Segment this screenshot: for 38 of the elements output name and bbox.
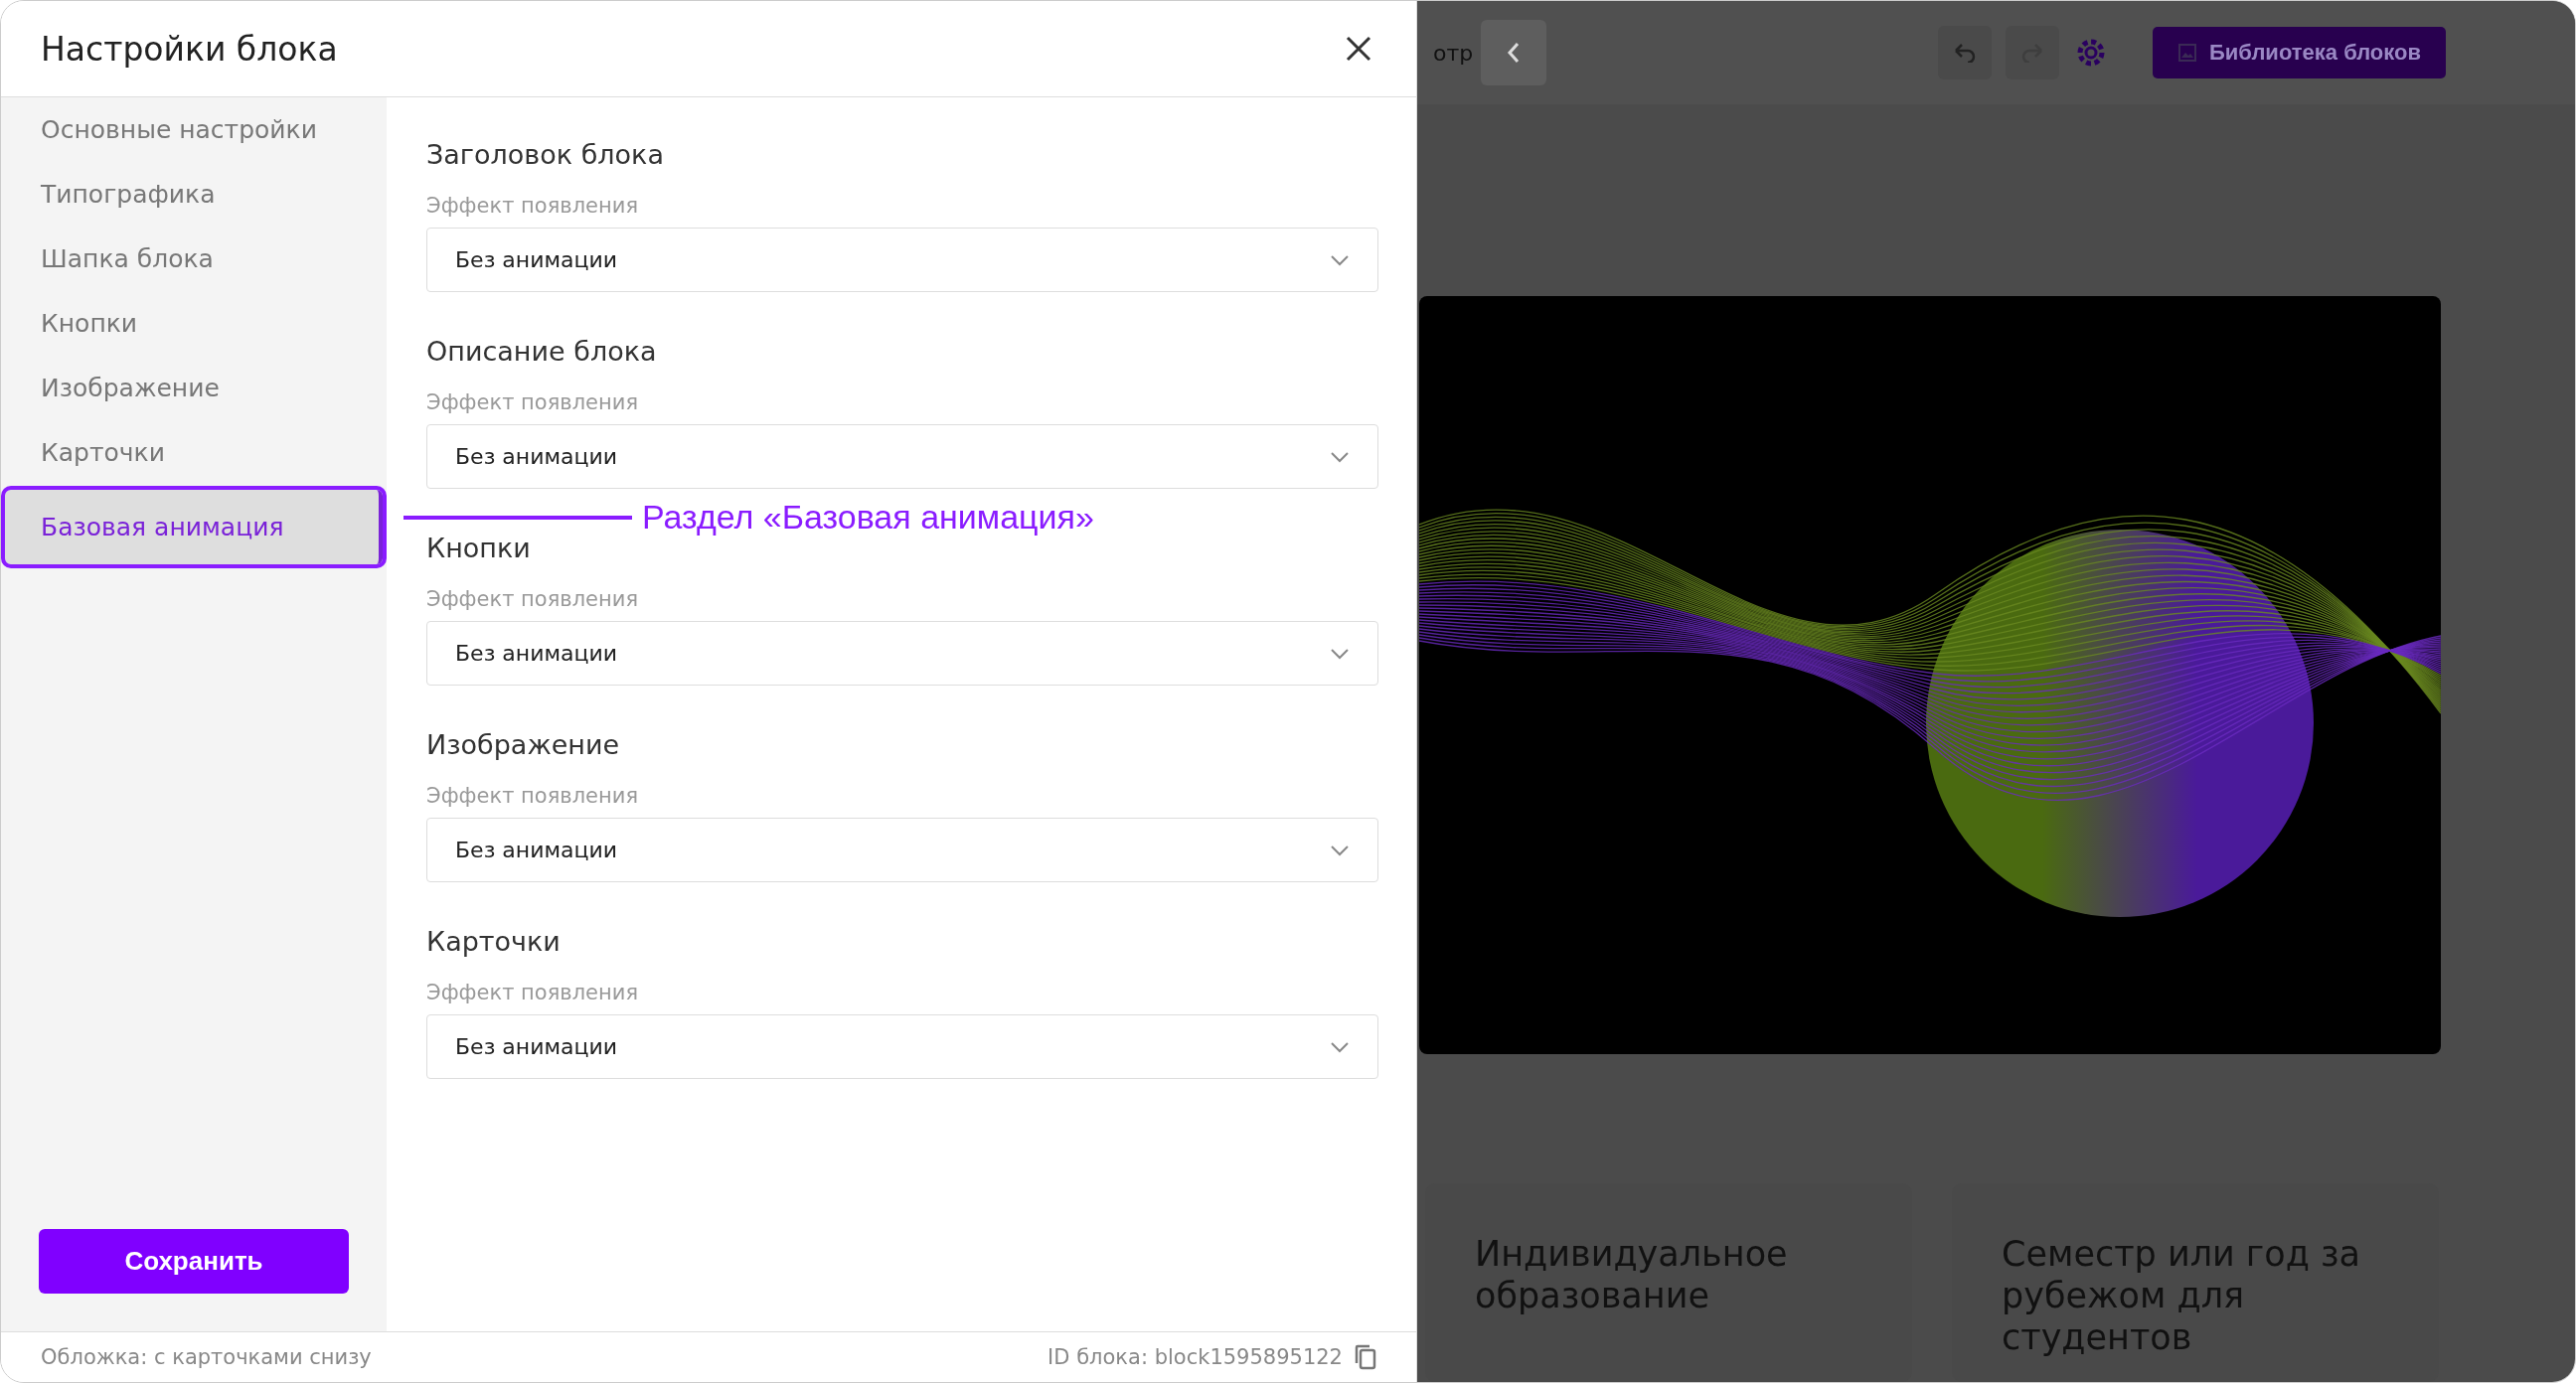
- chevron-down-icon: [1330, 253, 1350, 266]
- save-button[interactable]: Сохранить: [39, 1229, 349, 1294]
- block-library-button[interactable]: Библиотека блоков: [2153, 27, 2446, 78]
- copy-icon[interactable]: [1355, 1344, 1376, 1370]
- sidebar-item[interactable]: Типографика: [1, 162, 387, 227]
- block-type-text: Обложка: с карточками снизу: [41, 1345, 372, 1369]
- section-heading: Заголовок блока: [426, 139, 665, 170]
- block-id-text: ID блока: block1595895122: [1047, 1345, 1343, 1369]
- animation-select[interactable]: Без анимации: [426, 621, 1378, 686]
- animation-select[interactable]: Без анимации: [426, 818, 1378, 882]
- section-heading: Описание блока: [426, 336, 658, 367]
- field-label: Эффект появления: [426, 390, 640, 414]
- chevron-down-icon: [1330, 1040, 1350, 1053]
- chevron-down-icon: [1330, 450, 1350, 463]
- sidebar-item[interactable]: Изображение: [1, 356, 387, 420]
- dialog-title: Настройки блока: [41, 29, 338, 69]
- chevron-down-icon: [1330, 844, 1350, 856]
- toolbar-text: отр: [1433, 40, 1474, 66]
- field-label: Эффект появления: [426, 784, 640, 808]
- annotation-text: Раздел «Базовая анимация»: [642, 498, 1094, 537]
- field-label: Эффект появления: [426, 981, 640, 1004]
- field-label: Эффект появления: [426, 587, 640, 611]
- back-button[interactable]: [1481, 20, 1547, 85]
- section-heading: Изображение: [426, 729, 621, 760]
- section-heading: Кнопки: [426, 533, 532, 563]
- animation-select[interactable]: Без анимации: [426, 228, 1378, 292]
- animation-select[interactable]: Без анимации: [426, 424, 1378, 489]
- sidebar-item[interactable]: Основные настройки: [1, 97, 387, 162]
- undo-button[interactable]: [1938, 26, 1992, 79]
- chevron-down-icon: [1330, 647, 1350, 660]
- image-icon: [2177, 43, 2197, 63]
- field-label: Эффект появления: [426, 194, 640, 218]
- sidebar-item[interactable]: Карточки: [1, 420, 387, 485]
- sidebar-item[interactable]: Шапка блока: [1, 227, 387, 291]
- animation-select[interactable]: Без анимации: [426, 1014, 1378, 1079]
- section-heading: Карточки: [426, 926, 562, 957]
- undo-icon: [1952, 43, 1978, 63]
- sidebar-item[interactable]: Кнопки: [1, 291, 387, 356]
